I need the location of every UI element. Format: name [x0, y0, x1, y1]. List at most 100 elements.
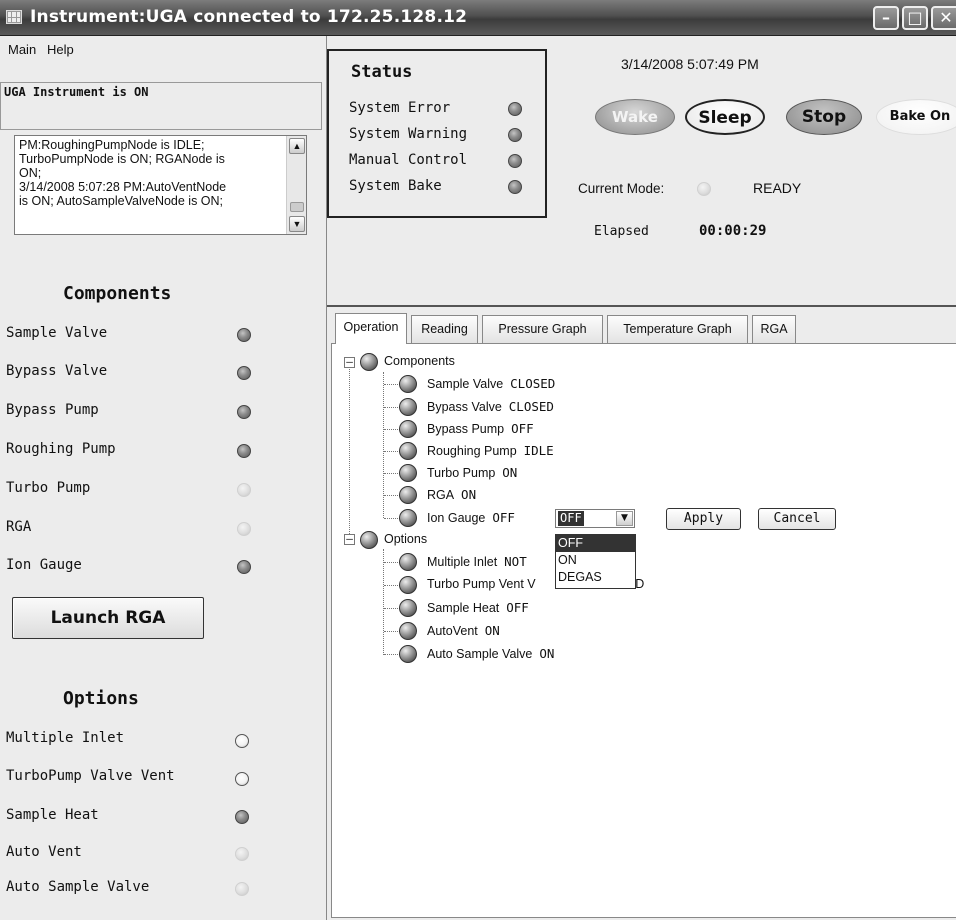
menu-help[interactable]: Help: [47, 42, 74, 57]
node-status-icon: [399, 599, 417, 617]
ion-gauge-dropdown-list: OFF ON DEGAS: [555, 534, 636, 589]
status-led-icon: [237, 560, 251, 574]
log-scrollbar[interactable]: ▲ ▼: [286, 136, 306, 234]
tree-node-auto-sample-valve[interactable]: Auto Sample Valve ON: [427, 646, 554, 661]
status-led-icon: [237, 522, 251, 536]
scroll-up-icon[interactable]: ▲: [289, 138, 305, 154]
options-heading: Options: [63, 688, 139, 709]
tree-node-multiple-inlet[interactable]: Multiple Inlet NOT: [427, 554, 527, 569]
node-name: Multiple Inlet: [427, 555, 498, 569]
sleep-button[interactable]: Sleep: [685, 99, 765, 135]
dropdown-option-degas[interactable]: DEGAS: [556, 569, 635, 586]
elapsed-value: 00:00:29: [699, 223, 767, 239]
components-heading: Components: [63, 283, 172, 304]
instrument-status-box: UGA Instrument is ON: [0, 82, 322, 130]
status-label: System Warning: [349, 126, 468, 142]
components-node-icon: [360, 353, 378, 371]
tree-node-sample-valve[interactable]: Sample Valve CLOSED: [427, 376, 555, 391]
component-bypass-pump: Bypass Pump: [6, 402, 261, 422]
tree-connector: [384, 608, 400, 609]
node-status-icon: [399, 622, 417, 640]
launch-rga-button[interactable]: Launch RGA: [12, 597, 204, 639]
status-led-icon: [508, 102, 522, 116]
tab-rga[interactable]: RGA: [752, 315, 796, 343]
status-led-icon: [235, 772, 249, 786]
apply-button[interactable]: Apply: [666, 508, 741, 530]
node-status-icon: [399, 509, 417, 527]
tab-pressure-graph[interactable]: Pressure Graph: [482, 315, 603, 343]
collapse-icon[interactable]: –: [344, 533, 355, 545]
window-title: Instrument:UGA connected to 172.25.128.1…: [30, 7, 468, 27]
tree-node-bypass-pump[interactable]: Bypass Pump OFF: [427, 421, 534, 436]
log-line: TurboPumpNode is ON; RGANode is: [19, 152, 225, 166]
node-name: Ion Gauge: [427, 511, 486, 525]
component-label: Bypass Pump: [6, 402, 99, 418]
title-bar[interactable]: Instrument:UGA connected to 172.25.128.1…: [0, 0, 956, 36]
option-auto-sample-valve: Auto Sample Valve: [6, 879, 261, 899]
ion-gauge-select[interactable]: OFF ▼: [555, 509, 635, 528]
collapse-icon[interactable]: –: [344, 356, 355, 368]
tree-node-autovent[interactable]: AutoVent ON: [427, 623, 500, 638]
status-led-icon: [235, 882, 249, 896]
node-value: ON: [484, 623, 500, 638]
node-name: AutoVent: [427, 624, 478, 638]
tab-operation[interactable]: Operation: [335, 313, 407, 344]
close-button[interactable]: ✕: [931, 6, 956, 30]
current-mode-value: READY: [753, 180, 802, 196]
node-value: IDLE: [523, 443, 554, 458]
menu-main[interactable]: Main: [8, 42, 36, 57]
tree-node-bypass-valve[interactable]: Bypass Valve CLOSED: [427, 399, 554, 414]
node-name: RGA: [427, 488, 455, 502]
tree-connector: [384, 473, 400, 474]
component-label: Turbo Pump: [6, 480, 91, 496]
option-turbopump-valve-vent: TurboPump Valve Vent: [6, 768, 261, 788]
tree-connector: [384, 384, 400, 385]
scroll-thumb[interactable]: [290, 202, 304, 212]
node-name: Bypass Valve: [427, 400, 502, 414]
bake-on-button[interactable]: Bake On: [876, 99, 956, 135]
log-line: PM:RoughingPumpNode is IDLE;: [19, 138, 205, 152]
node-status-icon: [399, 442, 417, 460]
operation-tab-page: [331, 343, 956, 918]
maximize-button[interactable]: □: [902, 6, 928, 30]
left-panel: Main Help UGA Instrument is ON PM:Roughi…: [0, 36, 327, 920]
component-label: Roughing Pump: [6, 441, 116, 457]
event-log[interactable]: PM:RoughingPumpNode is IDLE; TurboPumpNo…: [14, 135, 307, 235]
node-name: Turbo Pump Vent V: [427, 577, 536, 591]
status-heading: Status: [351, 62, 413, 82]
tab-reading[interactable]: Reading: [411, 315, 478, 343]
wake-button[interactable]: Wake: [595, 99, 675, 135]
component-rga: RGA: [6, 519, 261, 539]
tab-temperature-graph[interactable]: Temperature Graph: [607, 315, 748, 343]
tree-node-components[interactable]: Components: [384, 354, 455, 368]
node-status-icon: [399, 576, 417, 594]
tree-node-roughing-pump[interactable]: Roughing Pump IDLE: [427, 443, 554, 458]
tree-node-ion-gauge[interactable]: Ion Gauge OFF: [427, 510, 515, 525]
tree-node-options[interactable]: Options: [384, 532, 427, 546]
node-status-icon: [399, 420, 417, 438]
node-value: CLOSED: [508, 399, 554, 414]
tree-node-rga[interactable]: RGA ON: [427, 487, 476, 502]
stop-button[interactable]: Stop: [786, 99, 862, 135]
component-turbo-pump: Turbo Pump: [6, 480, 261, 500]
dropdown-option-off[interactable]: OFF: [556, 535, 635, 552]
chevron-down-icon[interactable]: ▼: [616, 511, 633, 526]
minimize-button[interactable]: –: [873, 6, 899, 30]
elapsed-label: Elapsed: [594, 224, 649, 239]
node-value: ON: [461, 487, 477, 502]
component-roughing-pump: Roughing Pump: [6, 441, 261, 461]
node-value: ON: [502, 465, 518, 480]
tree-connector: [384, 654, 400, 655]
status-led-icon: [235, 734, 249, 748]
option-label: TurboPump Valve Vent: [6, 768, 175, 784]
tree-connector: [383, 549, 384, 655]
node-name: Sample Valve: [427, 377, 504, 391]
dropdown-option-on[interactable]: ON: [556, 552, 635, 569]
tree-node-sample-heat[interactable]: Sample Heat OFF: [427, 600, 529, 615]
tree-node-turbo-pump[interactable]: Turbo Pump ON: [427, 465, 517, 480]
log-line: is ON; AutoSampleValveNode is ON;: [19, 194, 224, 208]
cancel-button[interactable]: Cancel: [758, 508, 836, 530]
scroll-down-icon[interactable]: ▼: [289, 216, 305, 232]
status-label: System Error: [349, 100, 451, 116]
node-value: NOT: [504, 554, 527, 569]
